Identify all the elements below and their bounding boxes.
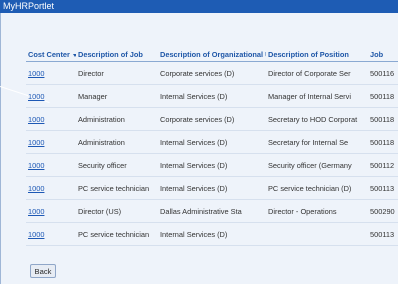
job-id-cell: 500112 [368,153,398,177]
portlet-title: MyHRPortlet [0,0,398,13]
job-id-cell: 500118 [368,130,398,154]
header-description-of-org-unit[interactable]: Description of Organizational Unit [158,47,266,62]
org-unit-cell: Corporate services (D) [158,107,266,131]
job-id-cell: 500113 [368,222,398,246]
job-description-cell: Administration [76,130,158,154]
position-cell: Secretary for Internal Se [266,130,368,154]
table-row[interactable]: 1000 Administration Internal Services (D) S… [26,130,398,154]
position-cell: PC service technician (D) [266,176,368,200]
cost-center-link[interactable]: 1000 [26,199,76,223]
cost-center-link[interactable]: 1000 [26,222,76,246]
table-row[interactable]: 1000 Security officer Internal Services (D… [26,153,398,177]
table-row[interactable]: 1000 Manager Internal Services (D) Manager … [26,84,398,108]
job-description-cell: Manager [76,84,158,108]
job-id-cell: 500116 [368,61,398,85]
table-row[interactable]: 1000 Director Corporate services (D) Direct… [26,61,398,85]
position-cell: Security officer (Germany [266,153,368,177]
position-cell: Secretary to HOD Corporat [266,107,368,131]
back-button[interactable]: Back [30,264,56,278]
cost-center-link[interactable]: 1000 [26,107,76,131]
header-cost-center[interactable]: Cost Center [26,47,76,62]
cost-center-link[interactable]: 1000 [26,176,76,200]
table-header-row: Cost Center Description of Job Descripti… [26,47,398,62]
job-id-cell: 500118 [368,84,398,108]
org-unit-cell: Internal Services (D) [158,176,266,200]
position-cell: Director of Corporate Ser [266,61,368,85]
position-cell: Manager of Internal Servi [266,84,368,108]
job-id-cell: 500290 [368,199,398,223]
job-description-cell: Director [76,61,158,85]
job-id-cell: 500118 [368,107,398,131]
job-description-cell: Security officer [76,153,158,177]
header-job[interactable]: Job [368,47,398,62]
org-unit-cell: Internal Services (D) [158,153,266,177]
header-description-of-job[interactable]: Description of Job [76,47,158,62]
table-row[interactable]: 1000 PC service technician Internal Servic… [26,222,398,246]
sort-desc-icon[interactable] [72,53,76,57]
job-description-cell: PC service technician [76,176,158,200]
org-unit-cell: Corporate services (D) [158,61,266,85]
frame-border [0,13,1,284]
table-row[interactable]: 1000 Director (US) Dallas Administrative S… [26,199,398,223]
cost-center-link[interactable]: 1000 [26,84,76,108]
job-description-cell: PC service technician [76,222,158,246]
table-row[interactable]: 1000 Administration Corporate services (D)… [26,107,398,131]
job-description-cell: Administration [76,107,158,131]
org-unit-cell: Internal Services (D) [158,84,266,108]
position-cell: Director - Operations [266,199,368,223]
org-unit-cell: Dallas Administrative Sta [158,199,266,223]
job-table: Cost Center Description of Job Descripti… [26,47,398,246]
org-unit-cell: Internal Services (D) [158,130,266,154]
table-row[interactable]: 1000 PC service technician Internal Servic… [26,176,398,200]
position-cell [266,222,368,246]
portlet-panel: MyHRPortlet Cost Center Description of J… [0,0,398,284]
header-description-of-position[interactable]: Description of Position [266,47,368,62]
job-id-cell: 500113 [368,176,398,200]
cost-center-link[interactable]: 1000 [26,130,76,154]
job-description-cell: Director (US) [76,199,158,223]
org-unit-cell: Internal Services (D) [158,222,266,246]
cost-center-link[interactable]: 1000 [26,61,76,85]
cost-center-link[interactable]: 1000 [26,153,76,177]
